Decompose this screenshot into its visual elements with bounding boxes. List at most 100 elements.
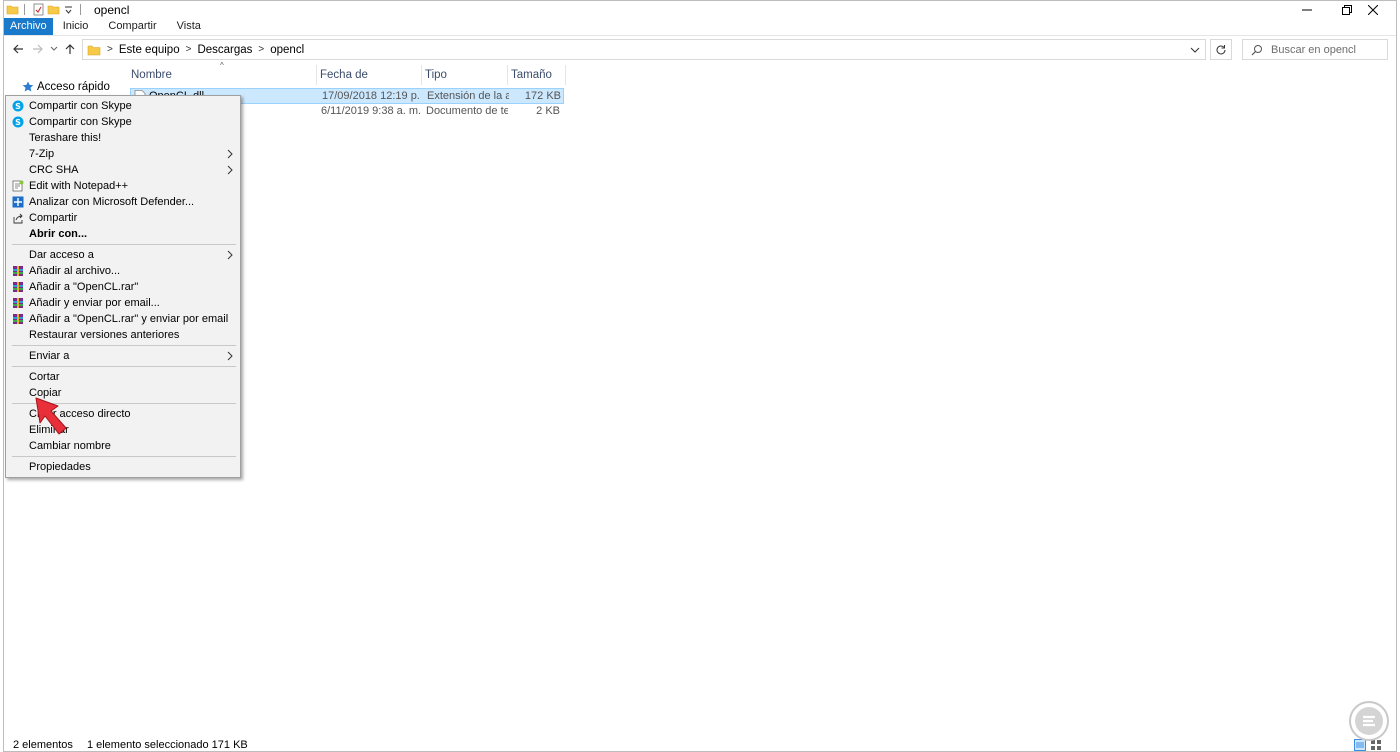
properties-icon[interactable] [32,3,45,16]
winrar-icon [13,266,23,276]
menu-label: Analizar con Microsoft Defender... [29,196,195,208]
menu-item-7zip[interactable]: 7-Zip [8,146,238,162]
winrar-icon [13,314,23,324]
column-header-type[interactable]: Tipo [422,65,508,85]
toolbar-separator [80,4,81,15]
chevron-right-icon [227,351,233,361]
arrow-left-icon [13,44,23,54]
breadcrumb-este-equipo[interactable]: Este equipo [119,44,180,56]
menu-item-defender[interactable]: Analizar con Microsoft Defender... [8,194,238,210]
menu-label: Edit with Notepad++ [29,180,129,192]
recent-locations-button[interactable] [46,41,62,57]
column-header-date[interactable]: Fecha de modificación [317,65,422,101]
skype-icon: S [12,100,24,112]
status-item-count: 2 elementos [13,739,73,751]
address-bar[interactable]: > Este equipo > Descargas > opencl [82,39,1206,60]
tab-inicio[interactable]: Inicio [53,18,99,35]
tab-vista[interactable]: Vista [167,18,211,35]
menu-item-notepad[interactable]: Edit with Notepad++ [8,178,238,194]
menu-separator [12,366,236,367]
folder-icon [87,45,101,55]
menu-label: Añadir a "OpenCL.rar" [29,281,139,293]
menu-item-restaurar[interactable]: Restaurar versiones anteriores [8,327,238,343]
ribbon-tabs: Archivo Inicio Compartir Vista [4,18,1396,36]
menu-label: Añadir y enviar por email... [29,297,160,309]
crumb-separator: > [107,44,113,55]
notepad-plus-icon [12,180,24,192]
address-row: > Este equipo > Descargas > opencl Busca… [4,37,1396,62]
menu-item-compartir-skype-2[interactable]: S Compartir con Skype [8,114,238,130]
menu-item-abrir-con[interactable]: Abrir con... [8,226,238,242]
file-size: 172 KB [524,90,561,102]
new-folder-icon[interactable] [47,3,60,16]
back-button[interactable] [10,41,26,57]
star-icon [22,81,34,92]
menu-label: Cortar [29,371,60,383]
crumb-separator: > [185,44,192,55]
nav-quick-access[interactable]: Acceso rápido [22,81,110,93]
menu-label: 7-Zip [29,148,55,160]
close-button[interactable] [1350,1,1396,18]
menu-item-cambiar-nombre[interactable]: Cambiar nombre [8,438,238,454]
customize-toolbar-icon[interactable] [62,3,75,16]
breadcrumb-opencl[interactable]: opencl [270,44,304,56]
title-bar: opencl [4,1,1396,18]
menu-item-terashare[interactable]: Terashare this! [8,130,238,146]
menu-label: Restaurar versiones anteriores [29,329,180,341]
forward-button[interactable] [30,41,46,57]
chevron-right-icon [227,149,233,159]
menu-label: Enviar a [29,350,70,362]
arrow-right-icon [33,44,43,54]
chevron-down-icon [50,46,58,51]
menu-item-add-rar-email[interactable]: Añadir a "OpenCL.rar" y enviar por email [8,311,238,327]
menu-separator [12,345,236,346]
winrar-icon [13,282,23,292]
menu-item-compartir[interactable]: Compartir [8,210,238,226]
menu-label: Añadir a "OpenCL.rar" y enviar por email [29,313,229,325]
svg-text:S: S [15,118,21,127]
address-history-button[interactable] [1185,40,1205,59]
column-header-name[interactable]: Nombre [128,65,317,85]
search-icon [1251,44,1262,55]
menu-label: Terashare this! [29,132,102,144]
menu-label: Cambiar nombre [29,440,111,452]
share-icon [13,213,23,224]
tab-compartir[interactable]: Compartir [98,18,166,35]
menu-label: Propiedades [29,461,91,473]
toolbar-separator [24,4,25,15]
file-size: 2 KB [536,105,560,117]
menu-item-enviar-a[interactable]: Enviar a [8,348,238,364]
menu-item-propiedades[interactable]: Propiedades [8,459,238,475]
menu-label: Añadir al archivo... [29,265,121,277]
status-selection: 1 elemento seleccionado 171 KB [86,739,248,751]
search-placeholder: Buscar en opencl [1271,43,1356,56]
folder-icon [6,5,19,15]
menu-separator [12,456,236,457]
search-input[interactable]: Buscar en opencl [1242,39,1388,60]
menu-label: Compartir con Skype [29,100,132,112]
tab-archivo[interactable]: Archivo [4,18,53,35]
file-type: Documento de te... [426,105,508,117]
menu-item-add-archive[interactable]: Añadir al archivo... [8,263,238,279]
menu-item-add-email[interactable]: Añadir y enviar por email... [8,295,238,311]
menu-item-dar-acceso[interactable]: Dar acceso a [8,247,238,263]
defender-icon [12,196,24,208]
chevron-down-icon [1190,47,1200,53]
menu-item-compartir-skype[interactable]: S Compartir con Skype [8,98,238,114]
chevron-right-icon [227,250,233,260]
up-button[interactable] [62,41,78,57]
menu-label: Compartir con Skype [29,116,132,128]
refresh-icon [1216,44,1226,54]
menu-item-crc-sha[interactable]: CRC SHA [8,162,238,178]
breadcrumb-descargas[interactable]: Descargas [197,44,252,56]
menu-separator [12,244,236,245]
file-date: 6/11/2019 9:38 a. m. [321,105,421,117]
svg-text:S: S [15,102,21,111]
menu-label: Dar acceso a [29,249,94,261]
refresh-button[interactable] [1210,39,1232,60]
menu-item-cortar[interactable]: Cortar [8,369,238,385]
column-header-size[interactable]: Tamaño [508,65,566,85]
status-bar: 2 elementos 1 elemento seleccionado 171 … [4,737,1396,752]
menu-item-add-rar[interactable]: Añadir a "OpenCL.rar" [8,279,238,295]
file-type: Extensión de la ap... [427,90,509,102]
